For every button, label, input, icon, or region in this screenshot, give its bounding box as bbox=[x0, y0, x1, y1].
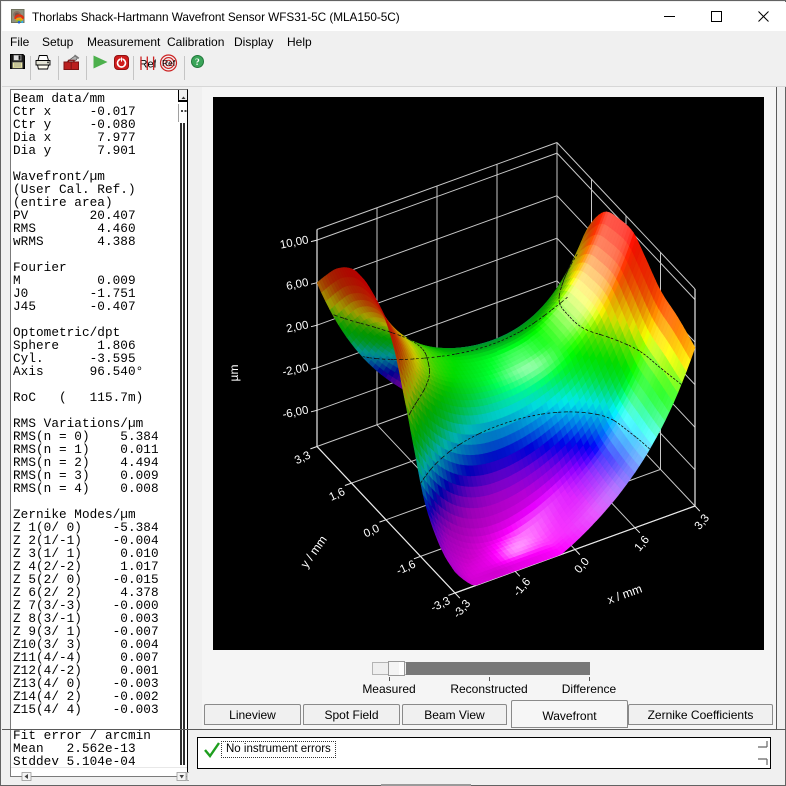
svg-text:Ref: Ref bbox=[162, 58, 176, 68]
svg-text:µm: µm bbox=[227, 365, 241, 382]
svg-text:?: ? bbox=[195, 58, 200, 68]
